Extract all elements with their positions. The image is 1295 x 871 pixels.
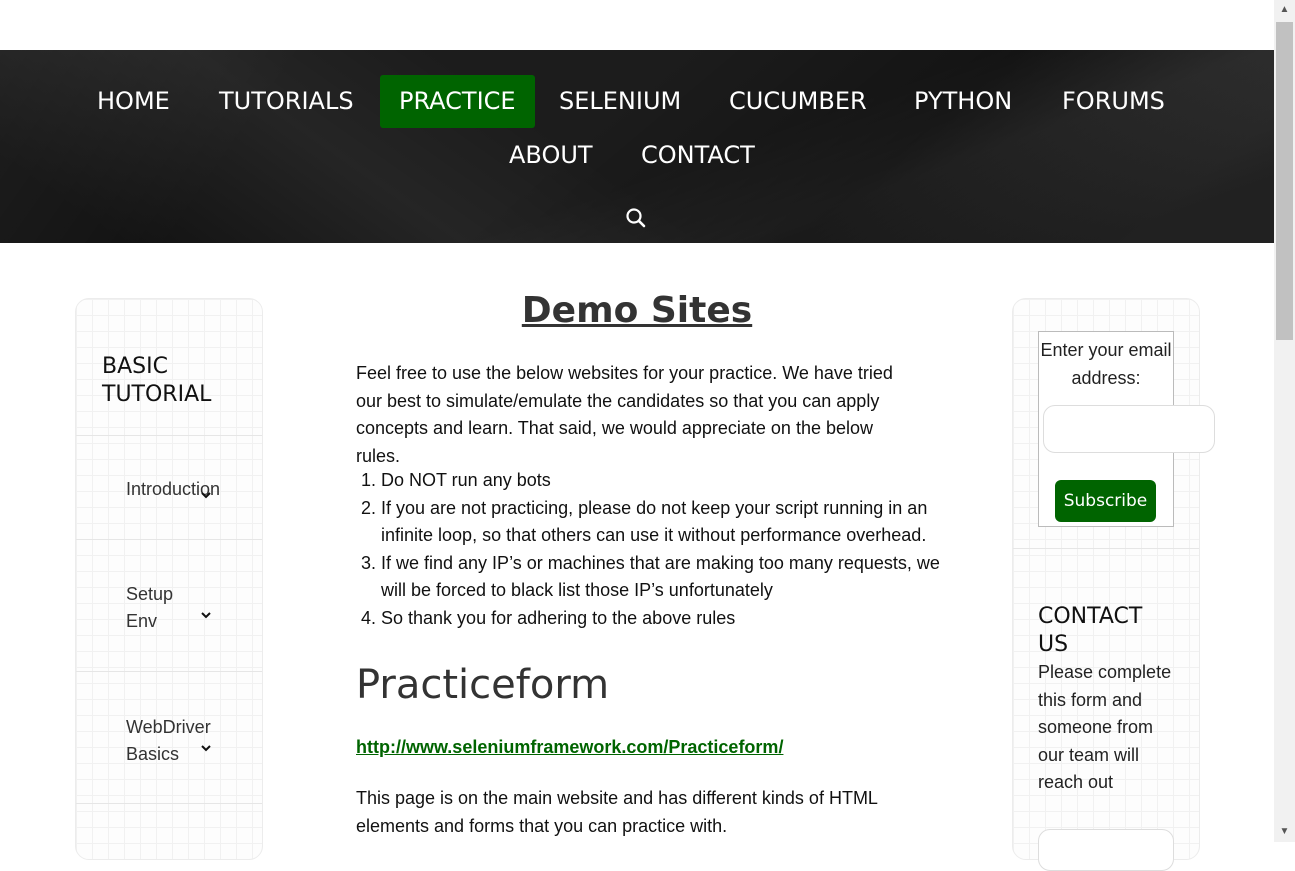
description-paragraph: This page is on the main website and has… bbox=[356, 788, 878, 836]
scrollbar-thumb[interactable] bbox=[1276, 22, 1293, 340]
nav-item-cucumber[interactable]: CUCUMBER bbox=[710, 75, 886, 128]
chevron-down-icon[interactable] bbox=[200, 607, 212, 619]
nav-item-contact[interactable]: CONTACT bbox=[622, 129, 774, 182]
sidebar-divider bbox=[76, 671, 262, 672]
list-item: If you are not practicing, please do not… bbox=[381, 495, 946, 550]
intro-paragraph: Feel free to use the below websites for … bbox=[356, 363, 893, 466]
sidebar-item-setup-env[interactable]: Setup Env bbox=[126, 581, 196, 635]
subscribe-button[interactable]: Subscribe bbox=[1055, 480, 1156, 522]
left-sidebar: BASIC TUTORIAL Introduction Setup Env We… bbox=[75, 298, 263, 860]
scroll-up-icon[interactable]: ▲ bbox=[1274, 0, 1295, 20]
contact-text: Please complete this form and someone fr… bbox=[1038, 662, 1172, 792]
list-item: If we find any IP’s or machines that are… bbox=[381, 550, 946, 605]
email-field[interactable] bbox=[1043, 405, 1215, 453]
sidebar-divider bbox=[76, 803, 262, 804]
chevron-down-icon[interactable] bbox=[200, 487, 212, 499]
nav-item-tutorials[interactable]: TUTORIALS bbox=[200, 75, 373, 128]
practiceform-link[interactable]: http://www.seleniumframework.com/Practic… bbox=[356, 735, 783, 759]
contact-title: CONTACT US bbox=[1038, 604, 1143, 657]
top-bar bbox=[0, 0, 1274, 50]
right-sidebar: Enter your email address: Subscribe CONT… bbox=[1012, 298, 1215, 871]
list-item: So thank you for adhering to the above r… bbox=[381, 605, 946, 633]
nav-item-about[interactable]: ABOUT bbox=[490, 129, 612, 182]
chevron-down-icon[interactable] bbox=[200, 740, 212, 752]
nav-item-python[interactable]: PYTHON bbox=[895, 75, 1031, 128]
nav-item-home[interactable]: HOME bbox=[78, 75, 189, 128]
sidebar-item-introduction[interactable]: Introduction bbox=[126, 476, 236, 503]
nav-item-practice[interactable]: PRACTICE bbox=[380, 75, 535, 128]
page-title: Demo Sites bbox=[521, 290, 753, 331]
subscribe-widget: Enter your email address: Subscribe bbox=[1038, 331, 1215, 527]
scroll-down-icon[interactable]: ▼ bbox=[1274, 822, 1295, 842]
sidebar-title: BASIC TUTORIAL bbox=[102, 354, 212, 407]
sidebar-divider bbox=[76, 539, 262, 540]
section-heading: Practiceform bbox=[356, 662, 610, 708]
nav-item-selenium[interactable]: SELENIUM bbox=[540, 75, 700, 128]
nav-item-forums[interactable]: FORUMS bbox=[1043, 75, 1184, 128]
subscribe-label: Enter your email address: bbox=[1040, 340, 1172, 388]
contact-form-field[interactable] bbox=[1038, 829, 1174, 871]
search-icon[interactable] bbox=[624, 206, 648, 230]
list-item: Do NOT run any bots bbox=[381, 467, 946, 495]
sidebar-divider bbox=[76, 435, 262, 436]
sidebar-divider bbox=[1013, 548, 1199, 549]
rules-list: Do NOT run any bots If you are not pract… bbox=[356, 467, 946, 632]
scrollbar[interactable]: ▲ ▼ bbox=[1274, 0, 1295, 842]
